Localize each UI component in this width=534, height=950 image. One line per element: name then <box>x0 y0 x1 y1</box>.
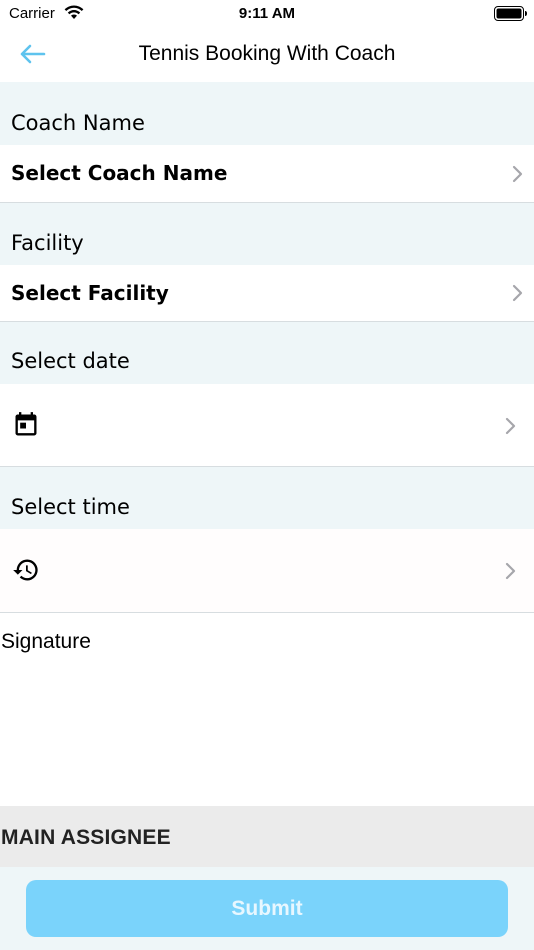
facility-value: Select Facility <box>11 281 169 305</box>
main-assignee-header: MAIN ASSIGNEE <box>0 806 534 867</box>
date-section: Select date <box>0 322 534 384</box>
date-label: Select date <box>11 349 130 373</box>
status-bar: Carrier 9:11 AM <box>0 0 534 28</box>
chevron-right-icon <box>512 284 523 302</box>
coach-name-label: Coach Name <box>11 111 145 135</box>
facility-section: Facility <box>0 203 534 265</box>
battery-icon <box>494 6 527 21</box>
date-selector[interactable] <box>0 384 534 467</box>
calendar-icon <box>15 412 37 436</box>
page-title: Tennis Booking With Coach <box>138 42 396 65</box>
nav-bar: Tennis Booking With Coach <box>0 28 534 82</box>
chevron-right-icon <box>505 562 516 580</box>
status-time: 9:11 AM <box>238 5 296 22</box>
history-icon <box>13 559 38 581</box>
facility-label: Facility <box>11 231 84 255</box>
coach-name-selector[interactable]: Select Coach Name <box>0 145 534 203</box>
signature-pad[interactable] <box>0 660 534 806</box>
footer: Submit <box>0 867 534 950</box>
time-section: Select time <box>0 467 534 529</box>
chevron-right-icon <box>505 417 516 435</box>
signature-label: Signature <box>1 630 91 653</box>
main-assignee-label: MAIN ASSIGNEE <box>1 826 171 849</box>
coach-name-value: Select Coach Name <box>11 161 228 185</box>
chevron-right-icon <box>512 165 523 183</box>
submit-button[interactable]: Submit <box>26 880 508 937</box>
time-selector[interactable] <box>0 529 534 613</box>
time-label: Select time <box>11 495 130 519</box>
coach-name-section: Coach Name <box>0 82 534 145</box>
facility-selector[interactable]: Select Facility <box>0 265 534 322</box>
